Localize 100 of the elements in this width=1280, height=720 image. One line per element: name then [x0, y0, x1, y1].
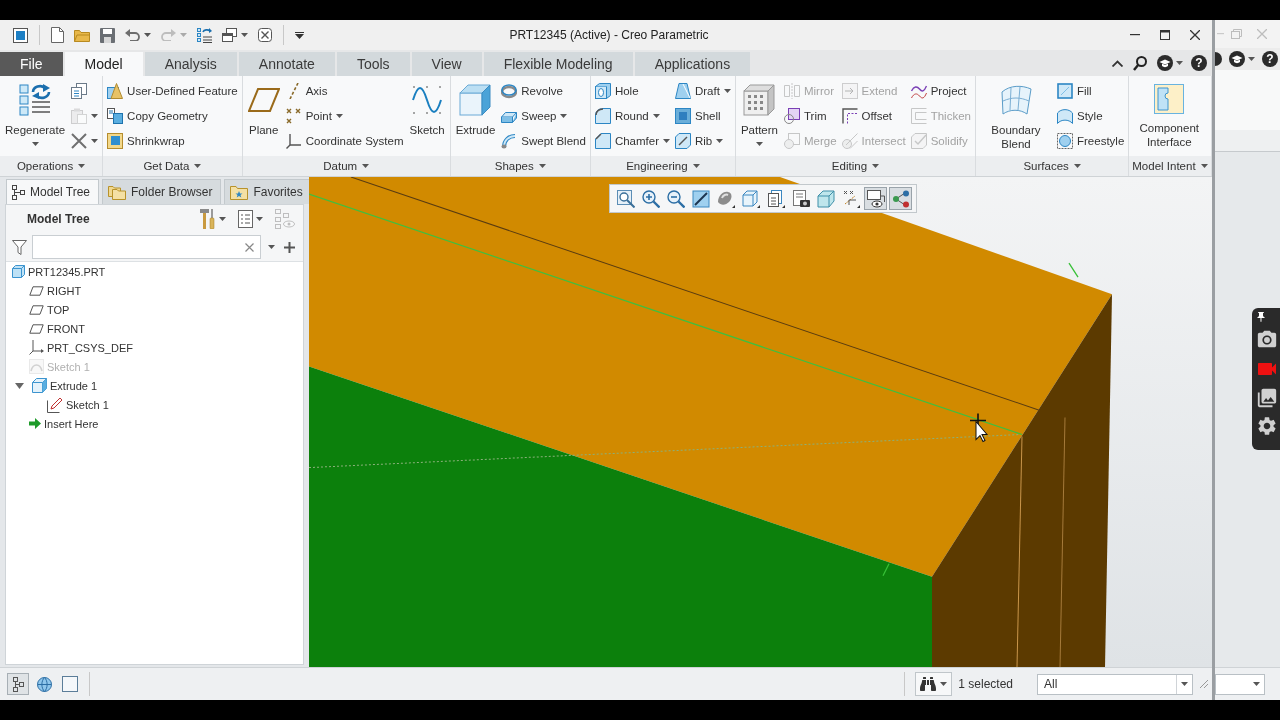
help-button[interactable]: ?	[1262, 51, 1278, 67]
tree-item[interactable]: Extrude 1	[15, 376, 98, 395]
coordinate-system-button[interactable]: Coordinate System	[283, 128, 406, 153]
ribbon-tab[interactable]: Analysis	[144, 52, 237, 76]
help-button[interactable]: ?	[1191, 55, 1207, 71]
shrinkwrap-button[interactable]: Shrinkwrap	[105, 128, 240, 153]
tree-item[interactable]: PRT12345.PRT	[12, 262, 106, 281]
group-menu-button[interactable]: Get Data	[140, 157, 205, 175]
caret-icon	[31, 142, 39, 146]
tree-item[interactable]: Insert Here	[29, 414, 99, 433]
boundary-blend-button[interactable]: Boundary Blend	[978, 78, 1054, 156]
rounded-block-icon	[594, 107, 611, 124]
style-button[interactable]: Style	[1055, 103, 1127, 128]
tick-mark	[882, 563, 890, 577]
ribbon-tab[interactable]: Model	[64, 52, 143, 76]
project-button[interactable]: Project	[908, 78, 973, 103]
draft-button[interactable]: Draft	[673, 78, 733, 103]
round-button[interactable]: Round	[592, 103, 672, 128]
binoculars-icon	[920, 676, 937, 692]
plane-button[interactable]: Plane	[244, 78, 283, 156]
pin-button[interactable]	[1255, 311, 1267, 323]
group-menu-button[interactable]: Datum	[320, 157, 373, 175]
tree-item[interactable]: PRT_CSYS_DEF	[29, 338, 133, 357]
ribbon-tab[interactable]: Annotate	[238, 52, 335, 76]
axis-button[interactable]: Axis	[283, 78, 406, 103]
search-field[interactable]	[32, 235, 261, 259]
chamfer-button[interactable]: Chamfer	[592, 128, 672, 153]
panel-tab[interactable]: Folder Browser	[102, 179, 222, 204]
axes-icon	[29, 340, 44, 355]
pattern-button[interactable]: Pattern	[737, 78, 781, 156]
group-menu-button[interactable]: Shapes	[491, 157, 549, 175]
bracket-icon	[910, 107, 927, 124]
status-toggle-button[interactable]	[59, 673, 81, 695]
tree-item[interactable]: TOP	[29, 300, 70, 319]
status-toggle-button[interactable]	[7, 673, 29, 695]
point-button[interactable]: Point	[283, 103, 406, 128]
swept-blend-button[interactable]: Swept Blend	[499, 128, 588, 153]
fill-button[interactable]: Fill	[1055, 78, 1127, 103]
chevron-up-icon	[1112, 59, 1123, 67]
group-menu-button[interactable]: Model Intent	[1129, 157, 1211, 175]
offset-button[interactable]: Offset	[839, 103, 908, 128]
group-menu-button[interactable]: Operations	[13, 157, 89, 175]
selection-filter-dropdown[interactable]: All	[1037, 673, 1193, 695]
resize-grip-icon	[1199, 679, 1209, 689]
clear-button[interactable]	[245, 240, 254, 254]
learning-button[interactable]	[1227, 49, 1257, 69]
globe-icon	[35, 675, 53, 693]
annotation-display-button[interactable]	[864, 187, 887, 210]
dropdown-field[interactable]	[1215, 673, 1265, 695]
tree-item[interactable]: FRONT	[29, 319, 85, 338]
sweep-button[interactable]: Sweep	[499, 103, 588, 128]
pages-icon	[71, 82, 88, 99]
zoom-out-button[interactable]	[664, 187, 687, 210]
panel-tab[interactable]: Favorites	[224, 179, 312, 204]
tree-settings-button[interactable]	[236, 209, 265, 229]
caret-icon	[663, 138, 670, 143]
gear-icon	[1256, 415, 1278, 437]
search-button[interactable]	[1131, 53, 1149, 73]
shell-button[interactable]: Shell	[673, 103, 733, 128]
spin-center-button[interactable]	[889, 187, 912, 210]
gallery-button[interactable]	[1256, 387, 1278, 409]
rib-button[interactable]: Rib	[673, 128, 733, 153]
ribbon-tab[interactable]: Applications	[634, 52, 751, 76]
sketch-button[interactable]: Sketch	[406, 78, 448, 156]
repaint-button[interactable]	[689, 187, 712, 210]
group-menu-button[interactable]: Surfaces	[1020, 157, 1084, 175]
user-defined-feature-button[interactable]: User-Defined Feature	[105, 78, 240, 103]
revolve-button[interactable]: Revolve	[499, 78, 588, 103]
regenerate-button[interactable]: Regenerate	[2, 78, 69, 156]
tapered-block-icon	[675, 82, 691, 99]
minimize-icon	[1217, 33, 1224, 35]
zoom-in-button[interactable]	[639, 187, 662, 210]
caret-icon	[219, 217, 226, 221]
ribbon-tab[interactable]: Flexible Modeling	[483, 52, 633, 76]
trim-button[interactable]: Trim	[782, 103, 839, 128]
panel-tab[interactable]: Model Tree	[6, 179, 100, 204]
group-menu-button[interactable]: Editing	[828, 157, 883, 175]
saved-views-button[interactable]	[739, 187, 762, 210]
component-interface-button[interactable]: Component Interface	[1131, 78, 1208, 156]
freestyle-button[interactable]: Freestyle	[1055, 128, 1127, 153]
file-menu-tab[interactable]: File	[0, 52, 63, 76]
copy-geometry-button[interactable]: Copy Geometry	[105, 103, 240, 128]
ribbon-tab[interactable]: Tools	[336, 52, 410, 76]
learning-button[interactable]	[1155, 53, 1185, 73]
hole-button[interactable]: Hole	[592, 78, 672, 103]
group-menu-button[interactable]: Engineering	[623, 157, 703, 175]
close-icon	[1256, 29, 1267, 39]
ribbon-tab[interactable]: View	[411, 52, 482, 76]
extrude-button[interactable]: Extrude	[452, 78, 499, 156]
hole-block-icon	[594, 82, 611, 99]
find-button[interactable]	[915, 672, 953, 696]
settings-button[interactable]	[1256, 415, 1278, 437]
tree-tools-button[interactable]	[198, 209, 228, 229]
tree-item[interactable]: RIGHT	[29, 281, 82, 300]
refit-button[interactable]	[614, 187, 637, 210]
intersecting-shapes-icon	[841, 132, 858, 149]
crossed-box-icon	[258, 28, 272, 42]
tree-item[interactable]: Sketch 1	[47, 395, 109, 414]
pin-icon	[1255, 311, 1267, 323]
new-button[interactable]	[48, 24, 67, 46]
